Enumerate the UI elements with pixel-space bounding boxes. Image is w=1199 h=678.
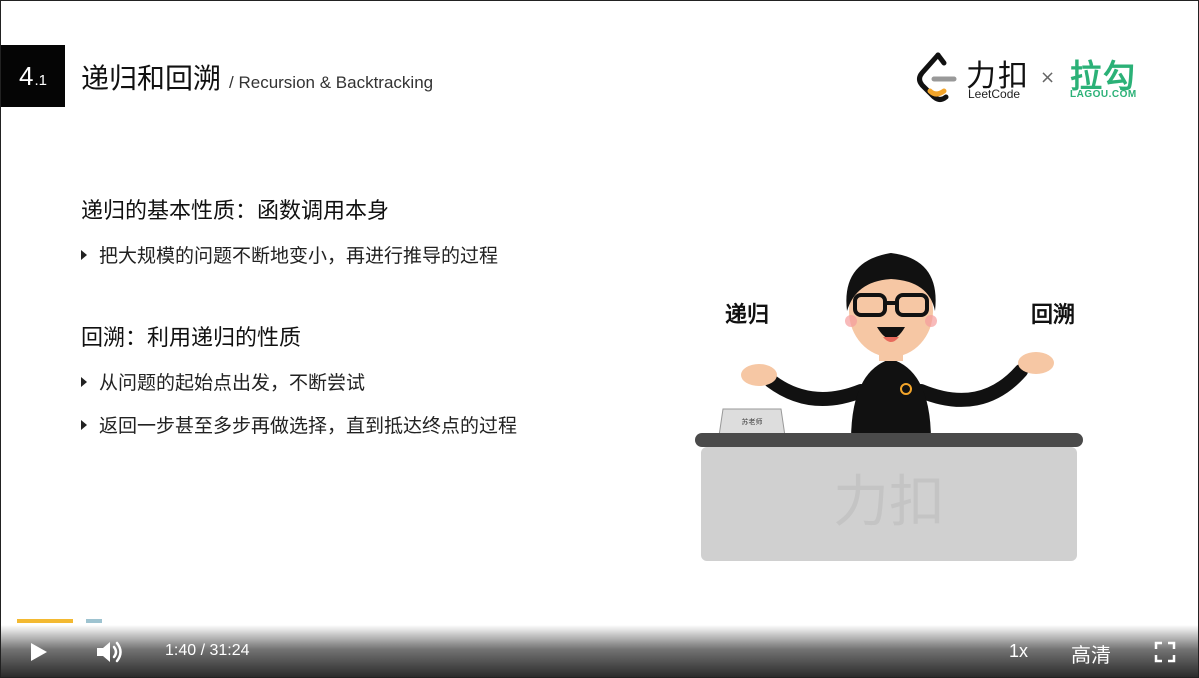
slide-content: 递归的基本性质：函数调用本身 把大规模的问题不断地变小，再进行推导的过程 回溯：…: [81, 193, 641, 438]
section-number-badge: 4 .1: [1, 45, 65, 107]
bullet-triangle-icon: [81, 419, 87, 430]
logo-separator: ×: [1040, 67, 1056, 88]
bullet-triangle-icon: [81, 249, 87, 260]
leetcode-en-name: LeetCode: [968, 87, 1021, 101]
quality-button[interactable]: 高清: [1071, 639, 1111, 668]
slide-title: 递归和回溯 / Recursion & Backtracking: [81, 57, 433, 97]
recursion-heading: 递归的基本性质：函数调用本身: [81, 199, 390, 224]
progress-buffered: [86, 619, 102, 623]
progress-played[interactable]: [17, 619, 73, 623]
video-player[interactable]: 4 .1 递归和回溯 / Recursion & Backtracking 力扣…: [0, 0, 1199, 678]
slide-title-en: / Recursion & Backtracking: [229, 73, 434, 92]
fullscreen-icon[interactable]: [1154, 641, 1176, 663]
slide-title-cn: 递归和回溯: [81, 62, 222, 95]
bullet-text: 从问题的起始点出发，不断尝试: [99, 372, 366, 394]
bullet-text: 返回一步甚至多步再做选择，直到抵达终点的过程: [99, 415, 518, 437]
brand-logos: 力扣 LeetCode × 拉勾 LAGOU.COM: [914, 49, 1144, 105]
lagou-en-name: LAGOU.COM: [1070, 89, 1137, 100]
bullet-triangle-icon: [81, 376, 87, 387]
section-number-main: 4: [19, 60, 34, 91]
desk-watermark: 力扣: [833, 470, 945, 535]
playback-speed-button[interactable]: 1x: [1009, 641, 1028, 662]
nameplate-text: 苏老师: [742, 417, 763, 426]
bullet-item: 从问题的起始点出发，不断尝试: [81, 368, 641, 395]
bullet-text: 把大规模的问题不断地变小，再进行推导的过程: [99, 245, 499, 267]
volume-icon[interactable]: [95, 638, 125, 666]
leetcode-logo-icon: [917, 52, 957, 102]
section-number-sub: .1: [34, 71, 47, 89]
teacher-illustration: 苏老师 力扣: [695, 253, 1083, 561]
bullet-item: 把大规模的问题不断地变小，再进行推导的过程: [81, 241, 641, 268]
play-icon[interactable]: [27, 641, 49, 663]
control-bar: 1:40 / 31:24 1x 高清: [1, 625, 1198, 677]
bullet-item: 返回一步甚至多步再做选择，直到抵达终点的过程: [81, 411, 641, 438]
backtracking-heading: 回溯：利用递归的性质: [81, 326, 302, 351]
time-display: 1:40 / 31:24: [165, 642, 250, 659]
